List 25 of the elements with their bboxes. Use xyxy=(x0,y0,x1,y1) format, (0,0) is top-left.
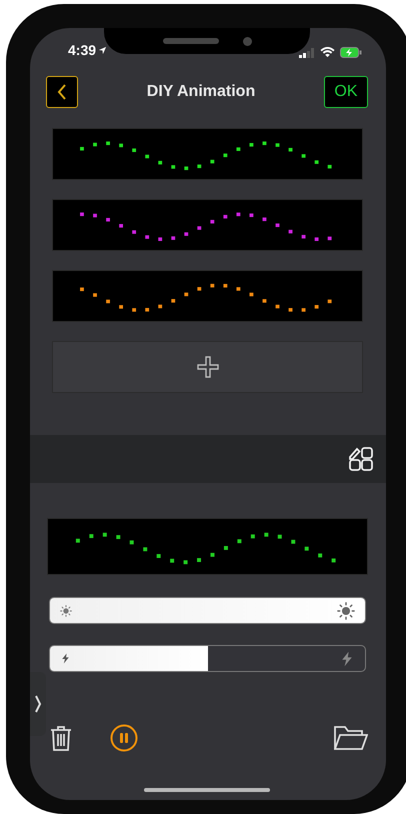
edit-grid-icon[interactable] xyxy=(348,446,374,472)
speaker-grille xyxy=(162,38,218,44)
chevron-left-icon xyxy=(57,83,67,101)
back-button[interactable] xyxy=(46,76,78,108)
plus-icon xyxy=(196,356,218,378)
trash-icon xyxy=(50,725,72,751)
speed-slider[interactable] xyxy=(49,645,366,672)
sun-icon xyxy=(337,602,355,620)
wifi-icon xyxy=(320,47,335,58)
signal-icon xyxy=(299,48,315,58)
side-drawer-tab[interactable] xyxy=(30,672,46,736)
ok-button[interactable]: OK xyxy=(324,76,368,108)
play-pause-button[interactable] xyxy=(110,724,138,752)
screen-title: DIY Animation xyxy=(146,83,256,101)
chevron-right-icon xyxy=(34,694,42,714)
folder-icon xyxy=(334,725,368,751)
status-time: 4:39 xyxy=(68,42,96,58)
battery-charging-icon xyxy=(340,47,362,58)
folder-button[interactable] xyxy=(334,725,368,751)
lightning-icon xyxy=(60,653,71,664)
trash-button[interactable] xyxy=(50,725,72,751)
pause-icon xyxy=(110,724,138,752)
sun-icon xyxy=(60,604,72,616)
location-arrow-icon xyxy=(98,46,108,54)
front-camera xyxy=(242,36,252,46)
